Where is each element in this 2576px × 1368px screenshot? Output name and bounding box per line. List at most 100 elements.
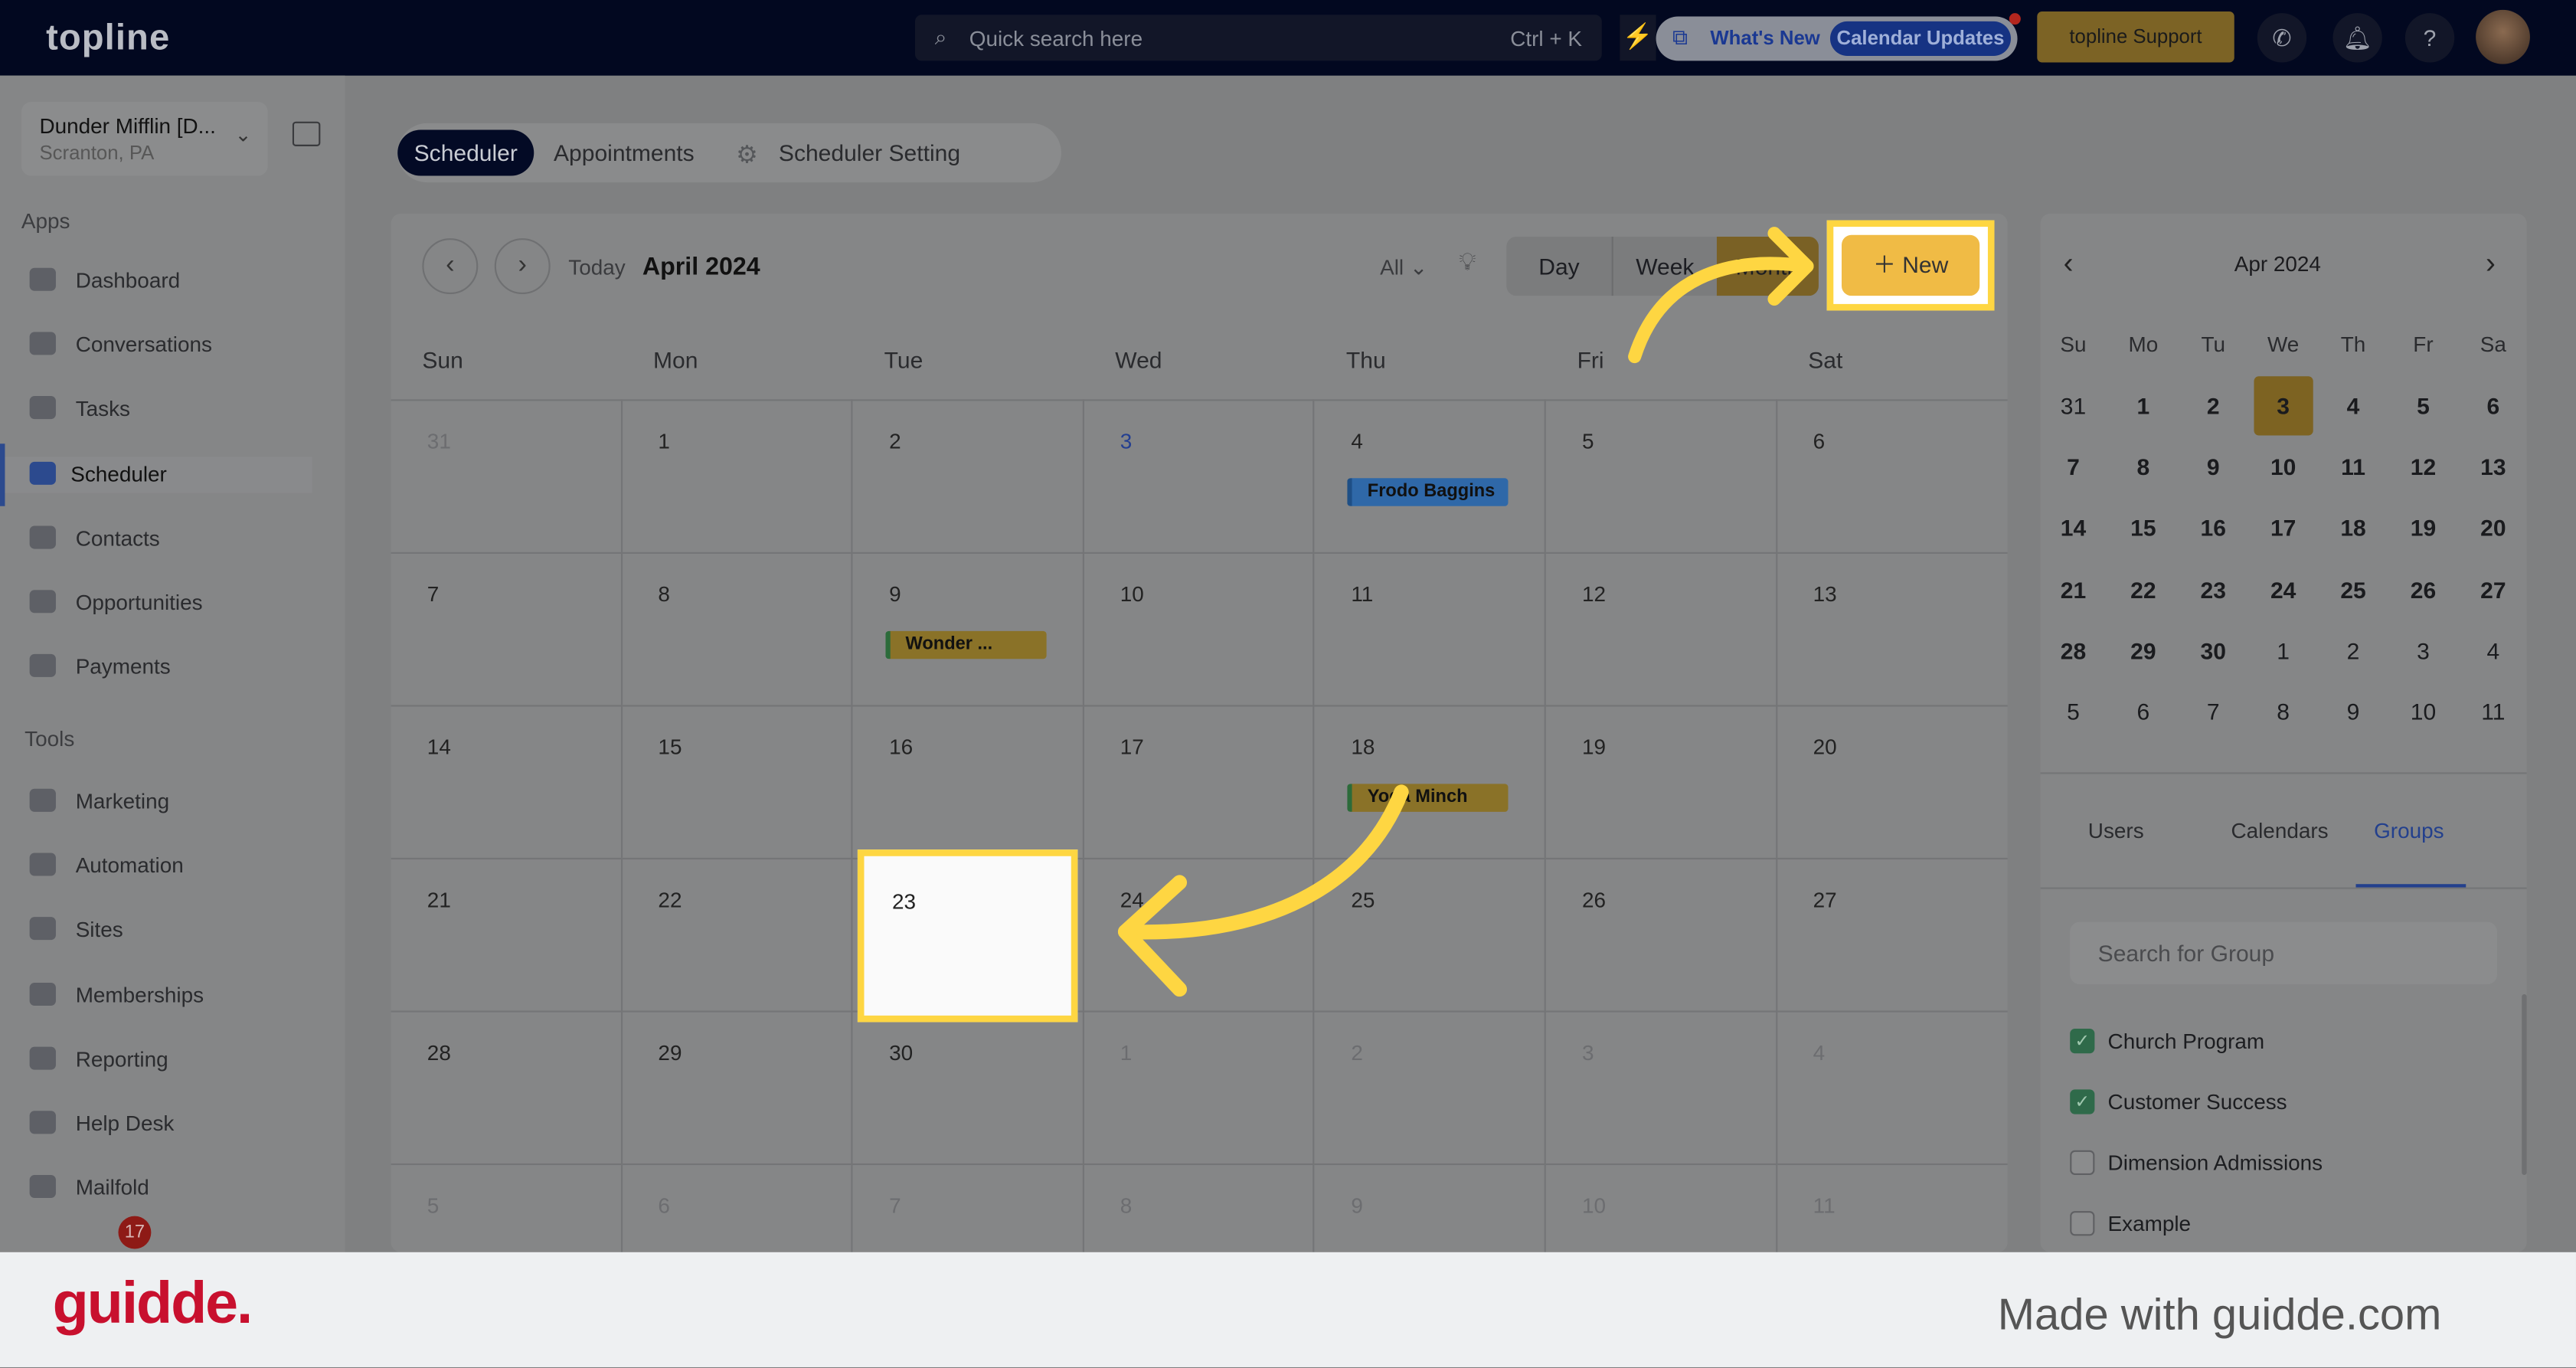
mini-day[interactable]: 12 <box>2394 437 2453 496</box>
contacts-icon <box>29 525 56 549</box>
sidebar-item-label: Marketing <box>75 788 170 813</box>
mini-day[interactable]: 28 <box>2044 621 2103 680</box>
mini-next-button[interactable]: › <box>2486 247 2496 281</box>
mini-weekday: Sa <box>2480 332 2506 357</box>
sidebar-item-label: Help Desk <box>75 1111 175 1136</box>
sidebar-item-conversations[interactable]: Conversations <box>29 327 342 363</box>
group-label: Dimension Admissions <box>2107 1150 2323 1175</box>
divider <box>2040 887 2527 889</box>
mini-day[interactable]: 31 <box>2044 376 2103 435</box>
mini-day[interactable]: 9 <box>2184 437 2243 496</box>
group-checkbox-item[interactable]: Example <box>2070 1209 2480 1239</box>
sidebar-item-automation[interactable]: Automation <box>29 848 342 884</box>
mini-day[interactable]: 8 <box>2113 437 2172 496</box>
sidebar-item-opportunities[interactable]: Opportunities <box>29 585 342 621</box>
tasks-icon <box>29 396 56 420</box>
tab-calendars[interactable]: Calendars <box>2231 818 2328 843</box>
mini-day[interactable]: 4 <box>2323 376 2382 435</box>
mini-day[interactable]: 14 <box>2044 499 2103 558</box>
mini-prev-button[interactable]: ‹ <box>2064 247 2074 281</box>
mailfold-icon <box>29 1175 56 1199</box>
sidebar-item-tasks[interactable]: Tasks <box>29 391 342 427</box>
checkbox[interactable] <box>2070 1211 2095 1236</box>
mini-day[interactable]: 7 <box>2184 682 2243 741</box>
mini-weekday: We <box>2267 332 2300 357</box>
mini-day[interactable]: 20 <box>2463 499 2522 558</box>
sidebar-item-memberships[interactable]: Memberships <box>29 977 342 1013</box>
mini-day[interactable]: 2 <box>2323 621 2382 680</box>
sidebar-item-dashboard[interactable]: Dashboard <box>29 263 342 299</box>
mini-day[interactable]: 7 <box>2044 437 2103 496</box>
scheduler-icon <box>29 460 56 485</box>
guidde-logo: guidde. <box>52 1268 253 1337</box>
mini-day[interactable]: 5 <box>2044 682 2103 741</box>
mini-day[interactable]: 17 <box>2254 499 2313 558</box>
sidebar-item-mailfold[interactable]: Mailfold <box>29 1170 342 1206</box>
mini-day[interactable]: 3 <box>2254 376 2313 436</box>
mini-day[interactable]: 26 <box>2394 560 2453 619</box>
mini-weekday: Th <box>2340 332 2366 357</box>
group-label: Church Program <box>2107 1029 2265 1054</box>
mini-day[interactable]: 11 <box>2463 682 2522 741</box>
made-with-text: Made with guidde.com <box>1997 1290 2442 1340</box>
mini-day[interactable]: 5 <box>2394 376 2453 435</box>
mini-day[interactable]: 21 <box>2044 560 2103 619</box>
mini-day[interactable]: 10 <box>2394 682 2453 741</box>
mini-weekday: Mo <box>2128 332 2159 357</box>
sidebar-item-label: Payments <box>75 654 171 679</box>
mini-day[interactable]: 13 <box>2463 437 2522 496</box>
mini-weekday: Fr <box>2413 332 2434 357</box>
group-label: Customer Success <box>2107 1089 2287 1114</box>
sidebar-item-label: Tasks <box>75 396 130 422</box>
mini-day[interactable]: 22 <box>2113 560 2172 619</box>
sidebar-item-payments[interactable]: Payments <box>29 650 342 686</box>
memberships-icon <box>29 982 56 1006</box>
mini-day[interactable]: 3 <box>2394 621 2453 680</box>
dashboard-icon <box>29 267 56 291</box>
mini-day[interactable]: 19 <box>2394 499 2453 558</box>
mini-day[interactable]: 6 <box>2463 376 2522 435</box>
scrollbar[interactable] <box>2522 993 2527 1175</box>
mini-day[interactable]: 1 <box>2113 376 2172 435</box>
sidebar-item-label: Contacts <box>75 525 160 551</box>
tab-users[interactable]: Users <box>2088 818 2144 843</box>
sidebar-item-marketing[interactable]: Marketing <box>29 784 342 820</box>
mini-day[interactable]: 30 <box>2184 621 2243 680</box>
mini-day[interactable]: 9 <box>2323 682 2382 741</box>
sidebar-item-contacts[interactable]: Contacts <box>29 521 342 557</box>
checkbox[interactable]: ✓ <box>2070 1029 2095 1054</box>
group-label: Example <box>2107 1211 2192 1236</box>
sidebar-item-scheduler[interactable]: Scheduler <box>0 443 312 506</box>
group-checkbox-item[interactable]: ✓ Church Program <box>2070 1027 2480 1057</box>
sidebar-item-sites[interactable]: Sites <box>29 913 342 949</box>
tab-groups[interactable]: Groups <box>2374 818 2444 843</box>
mini-day[interactable]: 18 <box>2323 499 2382 558</box>
mini-day[interactable]: 16 <box>2184 499 2243 558</box>
arrow-to-day <box>1117 784 1409 940</box>
mini-day[interactable]: 1 <box>2254 621 2313 680</box>
sites-icon <box>29 917 56 941</box>
sidebar-item-label: Scheduler <box>70 460 167 486</box>
mini-day[interactable]: 25 <box>2323 560 2382 619</box>
checkbox[interactable] <box>2070 1150 2095 1175</box>
mini-day[interactable]: 27 <box>2463 560 2522 619</box>
mini-day[interactable]: 24 <box>2254 560 2313 619</box>
checkbox[interactable]: ✓ <box>2070 1089 2095 1114</box>
sidebar-item-help-desk[interactable]: Help Desk <box>29 1106 342 1142</box>
mini-day[interactable]: 10 <box>2254 437 2313 496</box>
mini-day[interactable]: 23 <box>2184 560 2243 619</box>
sidebar-item-reporting[interactable]: Reporting <box>29 1042 342 1078</box>
mini-day[interactable]: 11 <box>2323 437 2382 496</box>
mini-day[interactable]: 4 <box>2463 621 2522 680</box>
group-search-input[interactable]: Search for Group <box>2070 921 2498 985</box>
mini-day[interactable]: 15 <box>2113 499 2172 558</box>
mini-day[interactable]: 8 <box>2254 682 2313 741</box>
mini-day[interactable]: 6 <box>2113 682 2172 741</box>
group-checkbox-item[interactable]: ✓ Customer Success <box>2070 1088 2480 1118</box>
marketing-icon <box>29 788 56 812</box>
group-checkbox-item[interactable]: Dimension Admissions <box>2070 1149 2480 1179</box>
sidebar-item-label: Reporting <box>75 1046 168 1072</box>
mini-day[interactable]: 29 <box>2113 621 2172 680</box>
mini-day[interactable]: 2 <box>2184 376 2243 435</box>
sidebar-item-label: Opportunities <box>75 590 203 615</box>
